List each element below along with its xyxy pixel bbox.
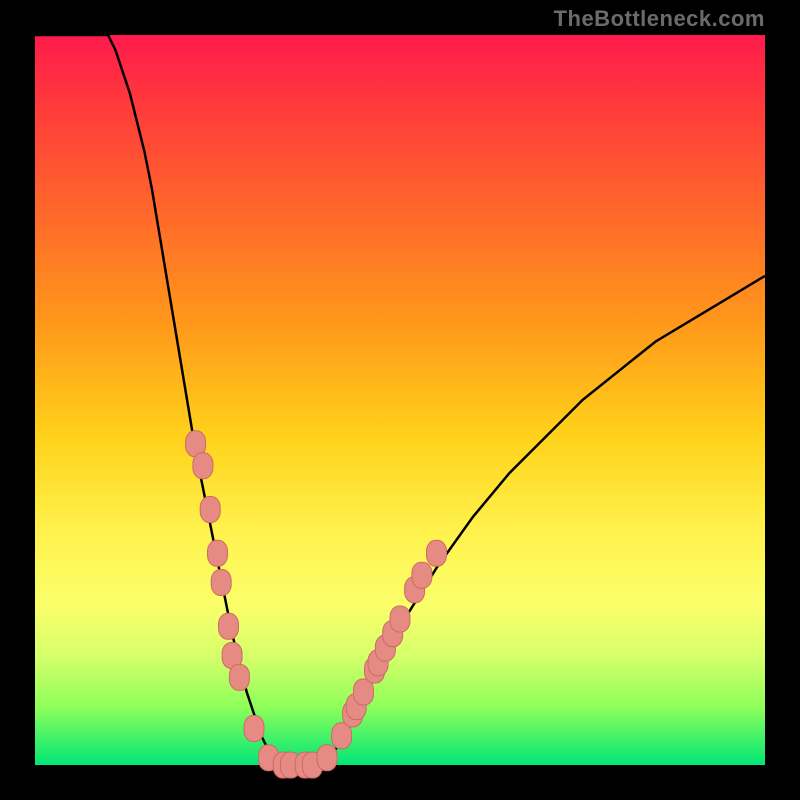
chart-svg — [0, 0, 800, 800]
data-marker — [427, 540, 447, 566]
data-marker — [200, 497, 220, 523]
bottleneck-curve — [35, 35, 765, 765]
curve-markers — [186, 431, 447, 778]
data-marker — [193, 453, 213, 479]
data-marker — [211, 570, 231, 596]
data-marker — [219, 613, 239, 639]
data-marker — [317, 745, 337, 771]
data-marker — [229, 664, 249, 690]
data-marker — [412, 562, 432, 588]
chart-frame: TheBottleneck.com — [0, 0, 800, 800]
data-marker — [390, 606, 410, 632]
data-marker — [244, 716, 264, 742]
data-marker — [208, 540, 228, 566]
